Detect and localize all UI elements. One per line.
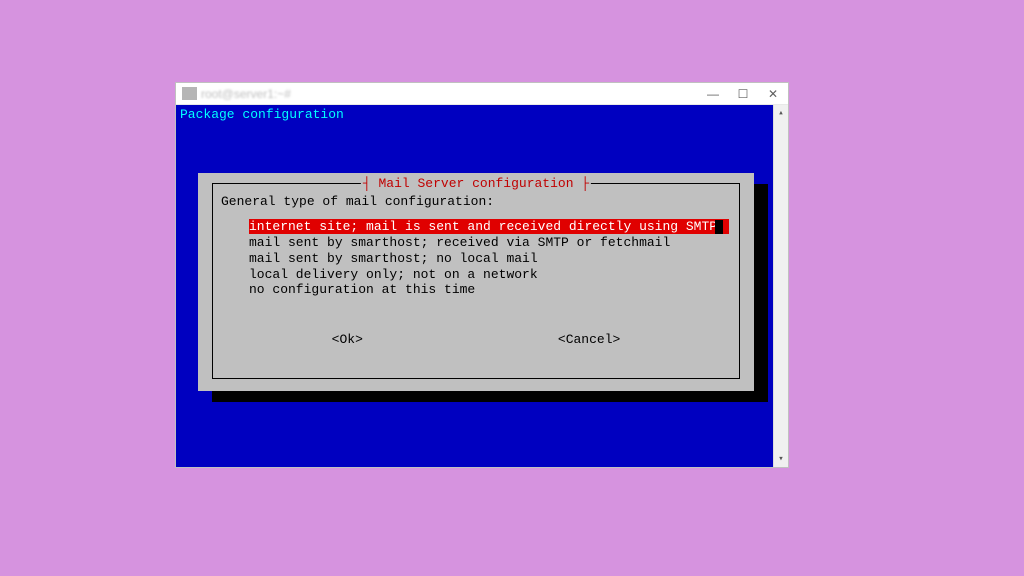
close-button[interactable]: ✕ bbox=[766, 87, 780, 101]
dialog-content: General type of mail configuration: inte… bbox=[213, 184, 739, 347]
options-list: internet site; mail is sent and received… bbox=[249, 219, 731, 298]
mail-config-dialog: ┤ Mail Server configuration ├ General ty… bbox=[198, 173, 754, 391]
window-buttons: — ☐ ✕ bbox=[706, 87, 780, 101]
terminal-icon bbox=[182, 87, 197, 100]
option-smarthost-fetchmail[interactable]: mail sent by smarthost; received via SMT… bbox=[249, 235, 670, 250]
option-internet-site[interactable]: internet site; mail is sent and received… bbox=[249, 219, 729, 234]
dialog-border: ┤ Mail Server configuration ├ General ty… bbox=[212, 183, 740, 379]
minimize-button[interactable]: — bbox=[706, 87, 720, 101]
scroll-down-icon[interactable]: ▾ bbox=[774, 451, 788, 467]
terminal-area[interactable]: Package configuration ┤ Mail Server conf… bbox=[176, 105, 773, 467]
titlebar-left: root@server1:~# bbox=[182, 87, 291, 101]
window-titlebar: root@server1:~# — ☐ ✕ bbox=[176, 83, 788, 105]
vertical-scrollbar[interactable]: ▴ ▾ bbox=[773, 105, 788, 467]
cancel-button[interactable]: <Cancel> bbox=[558, 332, 620, 347]
ok-button[interactable]: <Ok> bbox=[332, 332, 363, 347]
terminal-wrap: Package configuration ┤ Mail Server conf… bbox=[176, 105, 788, 467]
option-smarthost-nolocal[interactable]: mail sent by smarthost; no local mail bbox=[249, 251, 538, 266]
scroll-up-icon[interactable]: ▴ bbox=[774, 105, 788, 121]
maximize-button[interactable]: ☐ bbox=[736, 87, 750, 101]
dialog-buttons: <Ok> <Cancel> bbox=[221, 332, 731, 347]
dialog-prompt: General type of mail configuration: bbox=[221, 194, 731, 209]
terminal-window: root@server1:~# — ☐ ✕ Package configurat… bbox=[175, 82, 789, 468]
option-local-only[interactable]: local delivery only; not on a network bbox=[249, 267, 538, 282]
option-no-config[interactable]: no configuration at this time bbox=[249, 282, 475, 297]
terminal-header: Package configuration bbox=[180, 107, 344, 122]
window-title: root@server1:~# bbox=[201, 87, 291, 101]
